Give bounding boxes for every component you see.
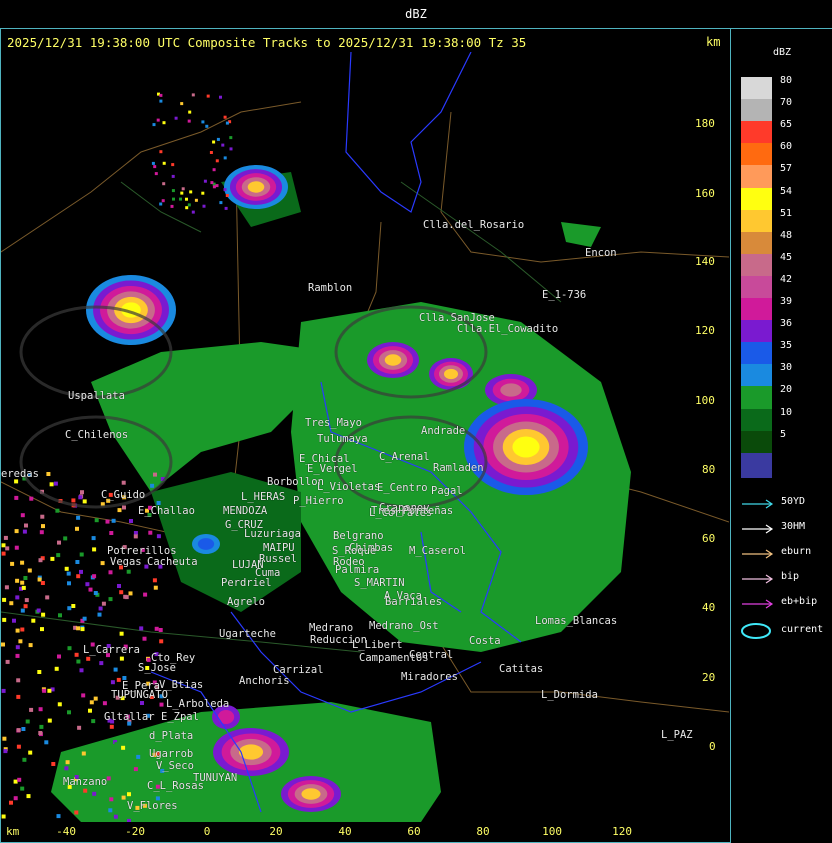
track-legend-label: 50YD	[781, 496, 806, 507]
legend-level-label: 80	[780, 75, 793, 86]
legend-level-label: 57	[780, 163, 793, 175]
x-axis-unit-label: km	[6, 825, 20, 838]
legend-level-label: 42	[780, 273, 793, 285]
legend-level-label: 30	[780, 362, 793, 374]
x-tick-label: 0	[203, 825, 211, 838]
current-ellipse-icon	[741, 623, 771, 639]
legend-level-label: 5	[780, 428, 787, 440]
legend-level-label: 45	[780, 251, 793, 263]
x-tick-label: 40	[338, 825, 352, 838]
track-arrow-icon	[742, 599, 774, 609]
legend-level-label: 51	[780, 207, 793, 219]
legend-level-label: 65	[780, 119, 793, 131]
track-legend-label: eburn	[781, 546, 812, 557]
track-arrow-icon	[742, 574, 774, 584]
y-tick-label: 120	[695, 324, 715, 337]
y-tick-label: 0	[709, 740, 716, 753]
x-tick-label: 100	[542, 825, 562, 838]
y-tick-label: 20	[702, 671, 716, 684]
track-legend-label: bip	[781, 571, 800, 582]
legend-level-label: 36	[780, 318, 793, 330]
track-arrow-icon	[742, 524, 774, 534]
legend-level-label: 54	[780, 185, 793, 197]
x-tick-label: -20	[125, 825, 145, 838]
track-legend-label: eb+bip	[781, 596, 818, 607]
track-arrow-icon	[742, 499, 774, 509]
y-tick-label: 40	[702, 601, 716, 614]
x-tick-label: -40	[56, 825, 76, 838]
legend-level-label: 60	[780, 141, 793, 153]
legend-swatch	[741, 452, 772, 478]
legend-level-label: 39	[780, 296, 793, 307]
y-tick-label: 60	[702, 532, 716, 545]
legend-level-label: 70	[780, 97, 793, 109]
x-tick-label: 60	[407, 825, 421, 838]
track-legend-label: current	[781, 624, 824, 635]
x-tick-label: 20	[269, 825, 283, 838]
y-tick-label: 100	[695, 394, 715, 407]
title-bar: dBZ	[0, 0, 832, 29]
legend-title: dBZ	[773, 47, 792, 58]
track-arrow-icon	[742, 549, 774, 559]
legend-level-label: 20	[780, 384, 793, 396]
track-legend-label: 30HM	[781, 521, 806, 532]
y-tick-label: 80	[702, 463, 716, 476]
legend-level-label: 10	[780, 406, 793, 418]
window-title: dBZ	[405, 7, 427, 21]
y-tick-label: 180	[695, 117, 715, 130]
x-tick-label: 80	[476, 825, 490, 838]
y-tick-label: 140	[695, 255, 715, 268]
map-frame	[0, 28, 731, 843]
legend-level-label: 48	[780, 229, 793, 241]
legend-level-label: 35	[780, 340, 793, 352]
y-tick-label: 160	[695, 187, 715, 200]
x-tick-label: 120	[612, 825, 632, 838]
